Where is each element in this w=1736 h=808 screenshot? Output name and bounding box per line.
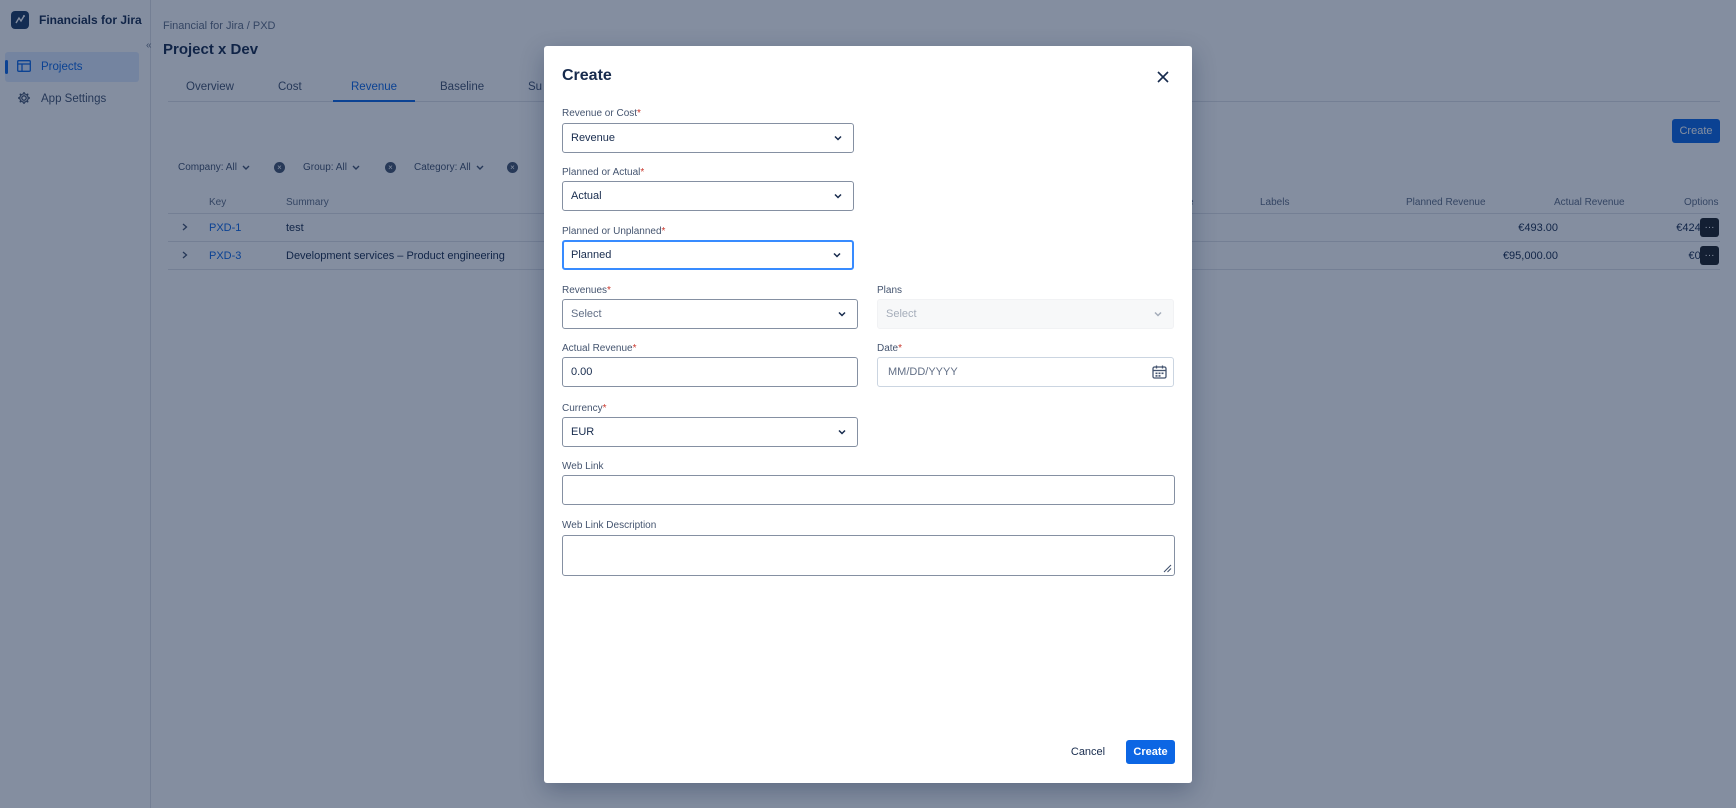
revenue-or-cost-label: Revenue or Cost* [562,108,641,119]
planned-or-actual-label: Planned or Actual* [562,167,645,178]
plans-label: Plans [877,285,903,296]
date-picker-input[interactable]: MM/DD/YYYY [877,357,1174,387]
create-dialog: Create Revenue or Cost* Revenue Planned … [544,46,1192,783]
date-label: Date* [877,343,903,354]
currency-label: Currency* [562,403,607,414]
web-link-input[interactable] [562,475,1175,505]
planned-or-actual-select[interactable]: Actual [562,181,854,211]
planned-or-unplanned-label: Planned or Unplanned* [562,226,666,237]
dialog-title: Create [562,67,612,84]
select-placeholder: Select [886,308,917,320]
select-value: Actual [571,190,602,202]
actual-revenue-label: Actual Revenue* [562,343,637,354]
revenues-label: Revenues* [562,285,611,296]
create-submit-button[interactable]: Create [1126,740,1175,764]
chevron-down-icon [834,135,842,141]
date-placeholder: MM/DD/YYYY [888,366,958,378]
chevron-down-icon [838,311,846,317]
resize-handle-icon[interactable] [1163,564,1172,573]
select-value: Planned [571,249,612,261]
chevron-down-icon [838,429,846,435]
planned-or-unplanned-select[interactable]: Planned [562,240,854,270]
chevron-down-icon [834,193,842,199]
currency-select[interactable]: EUR [562,417,858,447]
select-value: EUR [571,426,595,438]
calendar-icon[interactable] [1152,365,1167,380]
revenue-or-cost-select[interactable]: Revenue [562,123,854,153]
actual-revenue-input[interactable]: 0.00 [562,357,858,387]
select-value: Revenue [571,132,616,144]
input-value: 0.00 [571,366,593,378]
cancel-button[interactable]: Cancel [1063,740,1113,764]
revenues-select[interactable]: Select [562,299,858,329]
web-link-description-label: Web Link Description [562,520,657,531]
web-link-description-textarea[interactable] [562,535,1175,576]
plans-select: Select [877,299,1174,329]
web-link-label: Web Link [562,461,604,472]
chevron-down-icon [833,252,841,258]
select-placeholder: Select [571,308,602,320]
chevron-down-icon [1154,311,1162,317]
close-icon[interactable] [1154,68,1172,86]
